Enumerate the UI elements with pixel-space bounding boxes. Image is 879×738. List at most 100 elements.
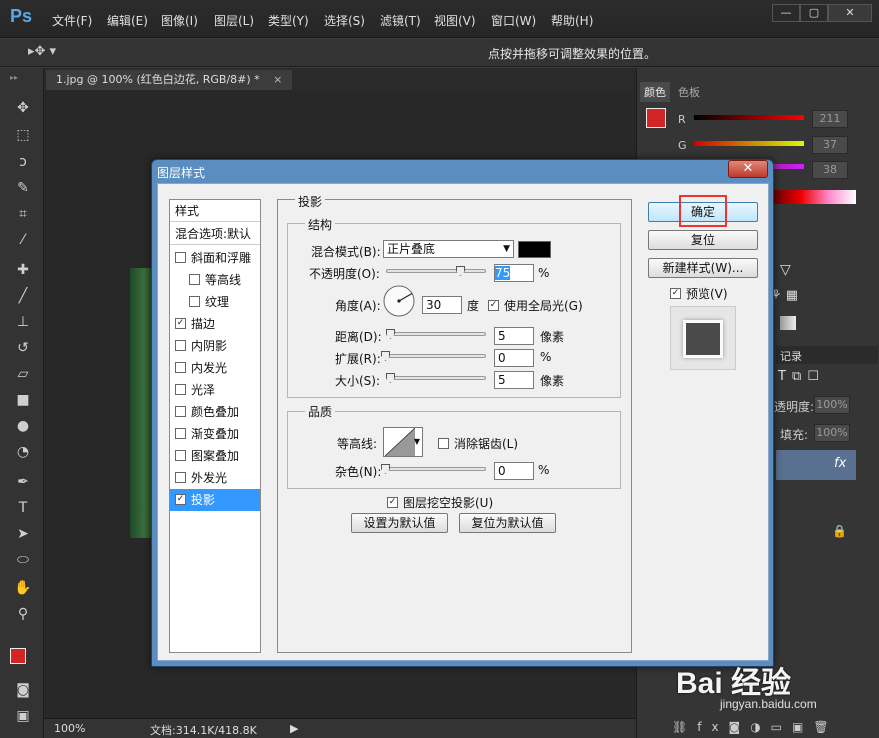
lasso-tool-icon[interactable]: ↄ bbox=[11, 152, 35, 172]
g-slider[interactable] bbox=[694, 141, 804, 146]
crop-tool-icon[interactable]: ⌗ bbox=[11, 204, 35, 224]
layer-filter-icons[interactable]: T⧉☐ bbox=[778, 369, 825, 384]
marquee-tool-icon[interactable]: ⬚ bbox=[11, 125, 35, 145]
angle-input[interactable]: 30 bbox=[422, 296, 462, 314]
distance-slider[interactable] bbox=[386, 332, 486, 336]
document-tab[interactable]: 1.jpg @ 100% (红色白边花, RGB/8#) * × bbox=[46, 70, 293, 90]
stamp-tool-icon[interactable]: ⊥ bbox=[11, 312, 35, 332]
healing-brush-tool-icon[interactable]: ✚ bbox=[11, 260, 35, 280]
preview-checkbox[interactable] bbox=[670, 288, 681, 299]
style-item-gradient-overlay[interactable]: 渐变叠加 bbox=[170, 423, 260, 445]
color-panel-foreground-swatch[interactable] bbox=[646, 108, 666, 128]
global-light-option[interactable]: 使用全局光(G) bbox=[488, 297, 583, 314]
styles-header[interactable]: 样式 bbox=[170, 200, 260, 222]
gradient-overlay-checkbox[interactable] bbox=[175, 428, 186, 439]
make-default-button[interactable]: 设置为默认值 bbox=[351, 513, 448, 533]
color-overlay-checkbox[interactable] bbox=[175, 406, 186, 417]
style-item-inner-glow[interactable]: 内发光 bbox=[170, 357, 260, 379]
minimize-button[interactable]: — bbox=[772, 4, 800, 22]
menu-image[interactable]: 图像(I) bbox=[161, 12, 198, 29]
layers-bottom-icons[interactable]: ⛓fx◙◑▭▣🗑 bbox=[672, 720, 839, 734]
menu-window[interactable]: 窗口(W) bbox=[491, 12, 536, 29]
menu-edit[interactable]: 编辑(E) bbox=[107, 12, 148, 29]
size-input[interactable]: 5 bbox=[494, 371, 534, 389]
clone-icon[interactable]: ⚘ ▦ bbox=[770, 288, 798, 303]
spread-slider[interactable] bbox=[386, 354, 486, 358]
style-item-stroke[interactable]: 描边 bbox=[170, 313, 260, 335]
style-item-drop-shadow[interactable]: 投影 bbox=[170, 489, 260, 511]
status-arrow-icon[interactable]: ▶ bbox=[290, 722, 298, 735]
history-brush-tool-icon[interactable]: ↺ bbox=[11, 338, 35, 358]
style-item-satin[interactable]: 光泽 bbox=[170, 379, 260, 401]
drop-shadow-checkbox[interactable] bbox=[175, 494, 186, 505]
global-light-checkbox[interactable] bbox=[488, 300, 499, 311]
texture-checkbox[interactable] bbox=[189, 296, 200, 307]
satin-checkbox[interactable] bbox=[175, 384, 186, 395]
brush-tool-icon[interactable]: ╱ bbox=[11, 286, 35, 306]
preview-option[interactable]: 预览(V) bbox=[670, 285, 728, 302]
tab-color[interactable]: 颜色 bbox=[640, 82, 670, 102]
inner-glow-checkbox[interactable] bbox=[175, 362, 186, 373]
style-item-bevel[interactable]: 斜面和浮雕 bbox=[170, 247, 260, 269]
g-value-field[interactable]: 37 bbox=[812, 136, 848, 154]
layer-fx-icon[interactable]: fx bbox=[834, 456, 846, 471]
size-slider[interactable] bbox=[386, 376, 486, 380]
b-value-field[interactable]: 38 bbox=[812, 161, 848, 179]
layer-opacity-field[interactable]: 100% bbox=[814, 396, 850, 414]
new-style-button[interactable]: 新建样式(W)... bbox=[648, 258, 758, 278]
dialog-close-button[interactable]: ✕ bbox=[728, 160, 768, 178]
style-item-texture[interactable]: 纹理 bbox=[170, 291, 260, 313]
blend-options-item[interactable]: 混合选项:默认 bbox=[170, 223, 260, 245]
collapse-icon[interactable]: ▸▸ bbox=[10, 73, 18, 82]
knockout-checkbox[interactable] bbox=[387, 497, 398, 508]
style-item-contour[interactable]: 等高线 bbox=[170, 269, 260, 291]
r-slider[interactable] bbox=[694, 115, 804, 120]
menu-view[interactable]: 视图(V) bbox=[434, 12, 476, 29]
style-item-color-overlay[interactable]: 颜色叠加 bbox=[170, 401, 260, 423]
opacity-input[interactable]: 75 bbox=[494, 264, 534, 282]
pattern-overlay-checkbox[interactable] bbox=[175, 450, 186, 461]
quick-mask-icon[interactable]: ◙ bbox=[11, 680, 35, 700]
antialias-option[interactable]: 消除锯齿(L) bbox=[438, 435, 518, 452]
eraser-tool-icon[interactable]: ▱ bbox=[11, 364, 35, 384]
blend-mode-select[interactable]: 正片叠底 ▼ bbox=[383, 240, 514, 258]
distance-input[interactable]: 5 bbox=[494, 327, 534, 345]
tab-history[interactable]: 记录 bbox=[780, 348, 802, 364]
noise-slider[interactable] bbox=[386, 467, 486, 471]
style-item-outer-glow[interactable]: 外发光 bbox=[170, 467, 260, 489]
menu-file[interactable]: 文件(F) bbox=[52, 12, 92, 29]
outer-glow-checkbox[interactable] bbox=[175, 472, 186, 483]
move-tool-icon[interactable]: ✥ bbox=[11, 98, 35, 118]
pen-tool-icon[interactable]: ✒ bbox=[11, 472, 35, 492]
gradient-icon[interactable] bbox=[780, 316, 796, 330]
shape-tool-icon[interactable]: ⬭ bbox=[11, 550, 35, 570]
opacity-slider[interactable] bbox=[386, 269, 486, 273]
menu-filter[interactable]: 滤镜(T) bbox=[380, 12, 421, 29]
type-tool-icon[interactable]: T bbox=[11, 498, 35, 518]
style-item-pattern-overlay[interactable]: 图案叠加 bbox=[170, 445, 260, 467]
style-item-inner-shadow[interactable]: 内阴影 bbox=[170, 335, 260, 357]
quick-select-tool-icon[interactable]: ✎ bbox=[11, 178, 35, 198]
knockout-option[interactable]: 图层挖空投影(U) bbox=[387, 494, 493, 511]
inner-shadow-checkbox[interactable] bbox=[175, 340, 186, 351]
contour-checkbox[interactable] bbox=[189, 274, 200, 285]
zoom-level[interactable]: 100% bbox=[54, 722, 85, 735]
close-window-button[interactable]: ✕ bbox=[828, 4, 872, 22]
dodge-tool-icon[interactable]: ◔ bbox=[11, 442, 35, 462]
reset-button[interactable]: 复位 bbox=[648, 230, 758, 250]
path-select-tool-icon[interactable]: ➤ bbox=[11, 524, 35, 544]
spread-input[interactable]: 0 bbox=[494, 349, 534, 367]
maximize-button[interactable]: ▢ bbox=[800, 4, 828, 22]
blur-tool-icon[interactable]: ● bbox=[11, 416, 35, 436]
hand-tool-icon[interactable]: ✋ bbox=[11, 578, 35, 598]
zoom-tool-icon[interactable]: ⚲ bbox=[11, 604, 35, 624]
shadow-color-swatch[interactable] bbox=[518, 241, 551, 258]
triangle-icon[interactable]: ▽ bbox=[780, 262, 791, 278]
angle-dial[interactable] bbox=[382, 284, 416, 318]
gradient-tool-icon[interactable]: ■ bbox=[11, 390, 35, 410]
foreground-color-swatch[interactable] bbox=[10, 648, 26, 664]
color-ramp[interactable] bbox=[774, 190, 856, 204]
antialias-checkbox[interactable] bbox=[438, 438, 449, 449]
tab-swatches[interactable]: 色板 bbox=[678, 84, 700, 100]
reset-default-button[interactable]: 复位为默认值 bbox=[459, 513, 556, 533]
